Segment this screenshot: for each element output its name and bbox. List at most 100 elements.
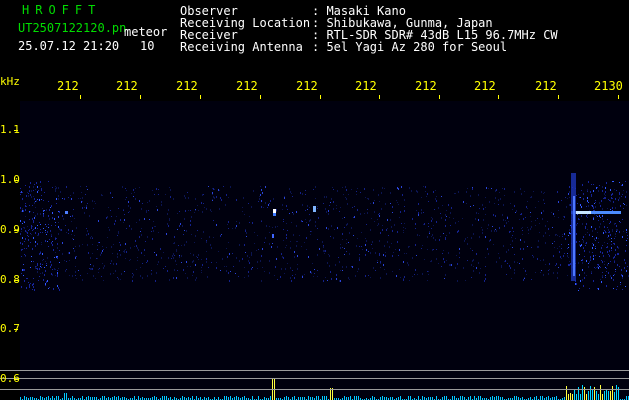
noise-pixel [264,242,265,243]
noise-pixel [26,278,27,279]
noise-pixel [626,205,627,206]
noise-pixel [374,211,375,213]
noise-pixel [328,210,329,212]
noise-pixel [580,245,581,247]
noise-pixel [608,272,609,274]
noise-pixel [560,256,561,258]
amplitude-bar [166,396,167,400]
amplitude-bar [580,394,581,400]
noise-pixel [124,214,125,215]
noise-pixel [112,253,113,254]
noise-pixel [359,257,360,259]
noise-pixel [553,213,554,215]
noise-pixel [353,217,354,218]
noise-pixel [488,188,489,189]
noise-pixel [622,275,623,277]
noise-pixel [117,235,118,236]
noise-pixel [102,250,103,252]
noise-pixel [625,262,626,264]
noise-pixel [118,231,119,233]
noise-pixel [620,222,621,223]
noise-pixel [60,229,61,231]
noise-pixel [554,247,555,248]
noise-pixel [514,261,515,263]
noise-pixel [57,275,58,277]
noise-pixel [174,269,175,271]
noise-pixel [403,230,404,231]
noise-pixel [299,235,300,236]
noise-pixel [116,263,117,265]
noise-pixel [473,205,474,206]
noise-pixel [79,245,80,247]
meteor-echo [273,213,276,216]
noise-pixel [284,273,285,274]
noise-pixel [404,206,405,207]
noise-pixel [57,285,58,287]
noise-pixel [283,240,284,241]
noise-pixel [396,275,397,277]
noise-pixel [603,198,604,199]
noise-pixel [472,250,473,251]
noise-pixel [595,202,596,203]
noise-pixel [527,201,528,202]
noise-pixel [579,219,580,220]
noise-pixel [588,181,589,183]
noise-pixel [107,237,108,238]
noise-pixel [381,192,382,194]
noise-pixel [181,262,182,263]
noise-pixel [365,244,366,246]
noise-pixel [522,258,523,260]
noise-pixel [198,254,199,256]
noise-pixel [554,241,555,242]
noise-pixel [380,277,381,279]
noise-pixel [352,266,353,268]
noise-pixel [592,243,593,244]
amplitude-bar [626,396,627,400]
noise-pixel [544,203,545,204]
noise-pixel [42,232,43,233]
noise-pixel [37,228,38,229]
noise-pixel [505,260,506,262]
noise-pixel [391,226,392,228]
amplitude-bar [592,390,593,400]
noise-pixel [208,267,209,268]
noise-pixel [184,218,185,220]
noise-pixel [89,268,90,269]
info-value-antenna: : 5el Yagi Az 280 for Seoul [312,40,508,54]
amplitude-bar [72,396,73,400]
noise-pixel [568,244,569,245]
noise-pixel [590,256,591,258]
amplitude-bar [418,396,419,400]
noise-pixel [92,237,93,238]
noise-pixel [557,272,558,274]
noise-pixel [43,215,44,217]
noise-pixel [32,205,33,206]
noise-pixel [51,225,52,226]
noise-pixel [290,241,291,242]
noise-pixel [25,185,26,186]
noise-pixel [78,270,79,271]
noise-pixel [387,228,388,229]
noise-pixel [600,205,601,207]
noise-pixel [422,273,423,275]
noise-pixel [68,197,69,198]
noise-pixel [357,209,358,211]
noise-pixel [613,275,614,276]
noise-pixel [60,191,61,193]
noise-pixel [210,244,211,246]
noise-pixel [599,202,600,204]
noise-pixel [349,253,350,255]
noise-pixel [365,254,366,256]
noise-pixel [125,188,126,189]
amplitude-bar [196,396,197,400]
noise-pixel [580,197,581,198]
noise-pixel [54,218,55,220]
noise-pixel [412,218,413,220]
noise-pixel [333,201,334,203]
noise-pixel [569,261,570,262]
noise-pixel [185,197,186,199]
noise-pixel [82,201,83,202]
amplitude-bar [192,396,193,400]
noise-pixel [340,244,341,245]
noise-pixel [576,241,577,243]
